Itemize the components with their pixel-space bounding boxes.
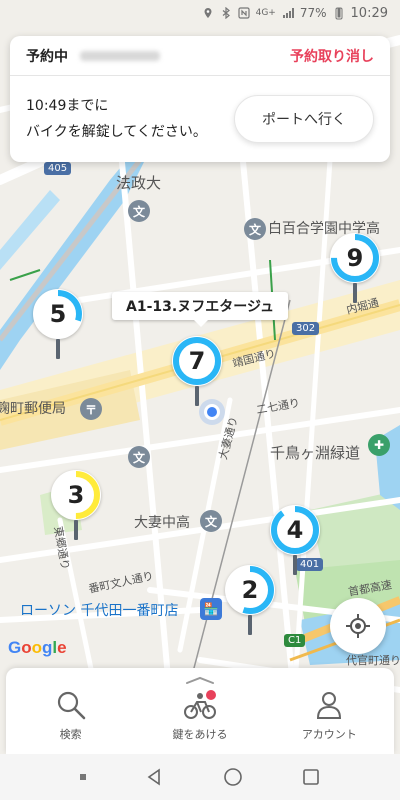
school-icon: 文 [244, 218, 266, 240]
tab-account-label: アカウント [301, 728, 357, 741]
battery-icon [335, 7, 343, 19]
map-label-otsuma: 大妻中高 [134, 515, 190, 531]
post-office-icon: 〒 [80, 398, 102, 420]
account-icon [317, 692, 342, 719]
map-label-kudan-post: 麹町郵便局 [0, 401, 66, 417]
selected-station-label[interactable]: A1-13.ヌフエタージュ [112, 292, 288, 327]
bottom-nav: 検索 鍵をあける アカウント [6, 668, 394, 754]
reservation-body: 10:49までに バイクを解錠してください。 ポートへ行く [10, 76, 390, 162]
map-label-lawson: ローソン 千代田一番町店 [20, 603, 179, 619]
reservation-header: 予約中 予約取り消し [10, 36, 390, 76]
reservation-id-redacted [80, 50, 160, 61]
reservation-instruction: バイクを解錠してください。 [26, 124, 207, 140]
station-bike-count: 4 [286, 516, 304, 544]
tab-unlock-label: 鍵をあける [172, 728, 228, 741]
station-marker-2[interactable]: 2 [225, 565, 275, 635]
station-bike-count: 3 [67, 481, 85, 509]
map-label-daikancho: 代官町通り [346, 654, 400, 667]
school-icon: 文 [200, 510, 222, 532]
route-c1-shield: C1 [284, 634, 306, 647]
user-location-dot [204, 404, 220, 420]
station-marker-stem [56, 339, 60, 359]
reservation-deadline: 10:49までに [26, 98, 109, 114]
go-to-port-button[interactable]: ポートへ行く [234, 95, 374, 143]
nfc-icon [238, 7, 250, 19]
google-logo: Google [8, 638, 67, 657]
sheet-handle-icon[interactable] [185, 676, 215, 684]
bicycle-icon [183, 690, 216, 719]
reservation-message: 10:49までに バイクを解錠してください。 [26, 93, 207, 145]
station-marker-stem [195, 386, 199, 406]
crosshair-icon [346, 614, 370, 638]
overview-icon[interactable] [302, 768, 320, 786]
map-label-chidorigafuchi: 千鳥ヶ淵緑道 [270, 444, 361, 462]
station-marker-stem [293, 555, 297, 575]
my-location-button[interactable] [330, 598, 386, 654]
home-icon[interactable] [223, 767, 243, 787]
station-marker-5[interactable]: 5 [33, 289, 83, 359]
station-marker-7[interactable]: 7 [172, 336, 222, 406]
station-marker-stem [248, 615, 252, 635]
station-marker-stem [353, 283, 357, 303]
tab-search-label: 検索 [59, 728, 82, 741]
network-label: 4G+ [255, 8, 276, 18]
bluetooth-icon [220, 6, 232, 20]
route-302-shield: 302 [292, 322, 320, 335]
park-icon: ✚ [368, 434, 390, 456]
back-icon[interactable] [145, 768, 163, 786]
reservation-status: 予約中 [26, 48, 68, 65]
status-bar: 4G+ 77% 10:29 [0, 0, 400, 26]
station-marker-3[interactable]: 3 [51, 470, 101, 540]
school-icon: 文 [128, 200, 150, 222]
reservation-card: 予約中 予約取り消し 10:49までに バイクを解錠してください。 ポートへ行く [10, 36, 390, 162]
recents-dot-icon[interactable] [79, 774, 86, 780]
station-marker-9[interactable]: 9 [330, 233, 380, 303]
station-bike-count: 5 [49, 300, 67, 328]
battery-percent: 77% [299, 6, 327, 20]
cancel-reservation-button[interactable]: 予約取り消し [290, 46, 374, 66]
search-icon [57, 691, 85, 720]
map-label-hosei: 法政大 [116, 174, 162, 192]
route-405-shield: 405 [44, 162, 72, 175]
tab-search[interactable]: 検索 [6, 668, 135, 754]
station-bike-count: 9 [346, 244, 364, 272]
station-marker-stem [74, 520, 78, 540]
tab-account[interactable]: アカウント [265, 668, 394, 754]
signal-icon [282, 7, 294, 19]
store-icon: 🏪 [200, 598, 222, 620]
clock: 10:29 [350, 5, 388, 21]
station-bike-count: 7 [188, 347, 206, 375]
location-icon [202, 7, 214, 19]
station-marker-4[interactable]: 4 [270, 505, 320, 575]
system-nav-bar [0, 754, 400, 800]
notification-dot [205, 690, 216, 700]
station-bike-count: 2 [241, 576, 259, 604]
school-icon: 文 [128, 446, 150, 468]
